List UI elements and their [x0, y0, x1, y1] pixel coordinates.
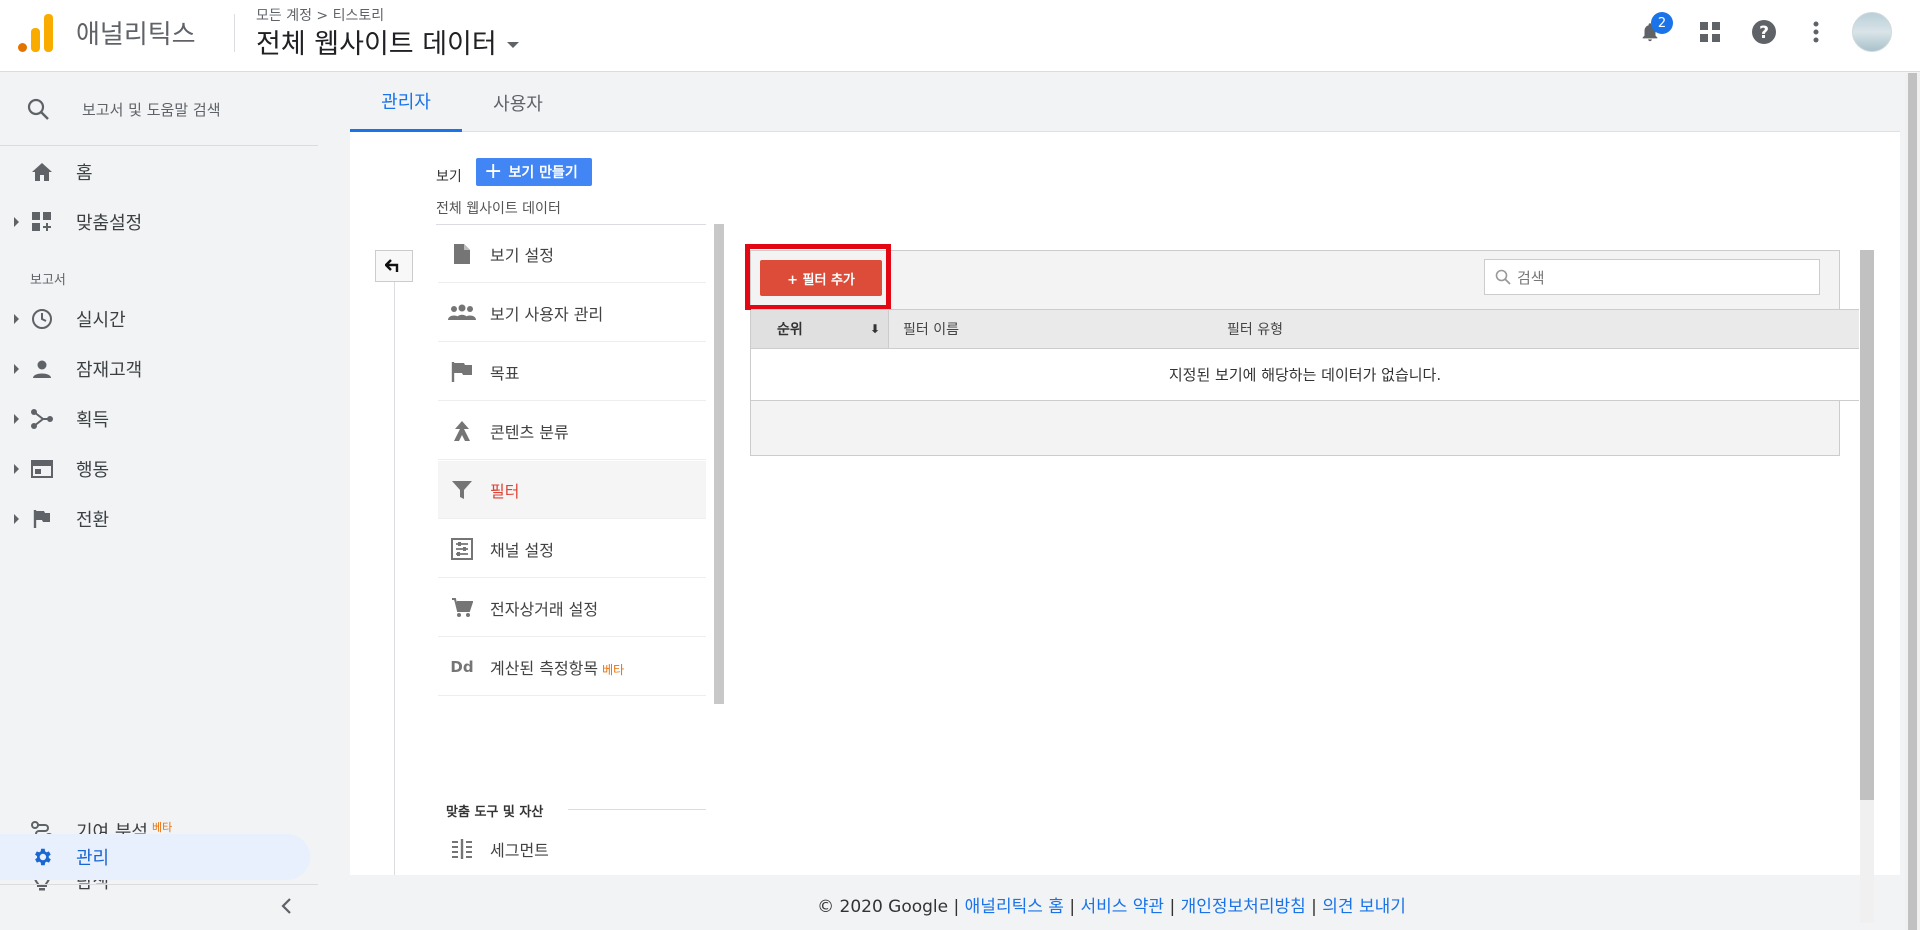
- sidebar-item-customization[interactable]: 맞춤설정: [0, 199, 310, 245]
- sidebar-item-acquisition[interactable]: 획득: [0, 396, 310, 442]
- menu-filters[interactable]: 필터: [438, 461, 706, 519]
- create-view-button[interactable]: + 보기 만들기: [476, 158, 592, 186]
- header-divider: [234, 14, 235, 52]
- expand-arrow-icon: [14, 464, 19, 474]
- top-header: 애널리틱스 모든 계정 > 티스토리 전체 웹사이트 데이터 2 ?: [0, 0, 1920, 72]
- column-rank[interactable]: 순위 ⬇: [751, 310, 889, 348]
- menu-calculated-metrics[interactable]: Dd 계산된 측정항목 베타: [438, 638, 706, 696]
- expand-arrow-icon: [14, 217, 19, 227]
- column-filter-type[interactable]: 필터 유형: [1227, 310, 1283, 348]
- collapse-sidebar-button[interactable]: [280, 896, 292, 921]
- search-icon: [27, 98, 49, 120]
- column-filter-name[interactable]: 필터 이름: [903, 310, 959, 348]
- sort-arrow-icon: ⬇: [869, 322, 880, 336]
- help-icon: ?: [1752, 20, 1776, 44]
- sidebar-item-realtime[interactable]: 실시간: [0, 296, 310, 342]
- view-column-scrollbar[interactable]: [714, 224, 724, 704]
- menu-ecommerce-settings[interactable]: 전자상거래 설정: [438, 579, 706, 637]
- flag-icon: [448, 358, 476, 386]
- menu-view-user-management[interactable]: 보기 사용자 관리: [438, 284, 706, 342]
- search-icon: [1495, 269, 1511, 285]
- page-scroll-thumb[interactable]: [1908, 73, 1917, 930]
- tab-admin[interactable]: 관리자: [350, 73, 462, 132]
- filter-icon: [448, 476, 476, 504]
- panel-scroll-thumb[interactable]: [1860, 250, 1874, 800]
- apps-grid-icon: [1700, 22, 1720, 42]
- tab-user[interactable]: 사용자: [462, 73, 574, 132]
- footer: © 2020 Google | 애널리틱스 홈 | 서비스 약관 | 개인정보처…: [817, 897, 1406, 917]
- reports-section-label: 보고서: [30, 273, 66, 288]
- menu-channel-settings[interactable]: 채널 설정: [438, 520, 706, 578]
- column-guide-line: [394, 282, 395, 875]
- plus-icon: +: [484, 159, 503, 184]
- back-arrow-icon: [385, 259, 399, 272]
- people-icon: [448, 299, 476, 327]
- gear-icon: [30, 845, 54, 869]
- sidebar-item-home[interactable]: 홈: [0, 149, 310, 195]
- chevron-left-icon: [281, 898, 291, 914]
- expand-arrow-icon: [14, 364, 19, 374]
- expand-arrow-icon: [14, 514, 19, 524]
- view-selector[interactable]: 전체 웹사이트 데이터: [256, 22, 519, 61]
- filter-search-input[interactable]: 검색: [1484, 259, 1820, 295]
- notification-badge: 2: [1651, 12, 1673, 34]
- clock-icon: [30, 307, 54, 331]
- view-title: 전체 웹사이트 데이터: [256, 29, 497, 60]
- filter-table-header: 순위 ⬇ 필터 이름 필터 유형: [751, 309, 1859, 349]
- menu-content-grouping[interactable]: 콘텐츠 분류: [438, 402, 706, 460]
- segment-icon: [448, 835, 476, 863]
- sidebar-item-admin[interactable]: 관리: [0, 834, 310, 880]
- analytics-logo[interactable]: [18, 12, 54, 52]
- sidebar-item-audience[interactable]: 잠재고객: [0, 346, 310, 392]
- acquisition-icon: [30, 407, 54, 431]
- sidebar-item-behavior[interactable]: 행동: [0, 446, 310, 492]
- home-icon: [30, 160, 54, 184]
- content-grouping-icon: [448, 417, 476, 445]
- view-name: 전체 웹사이트 데이터: [436, 201, 561, 217]
- footer-link-terms[interactable]: 서비스 약관: [1080, 897, 1164, 917]
- tools-section-label: 맞춤 도구 및 자산: [446, 805, 544, 820]
- document-icon: [448, 240, 476, 268]
- left-sidebar: 보고서 및 도움말 검색 홈 맞춤설정 보고서 실시간 잠재고객 획득 행동 전…: [0, 73, 318, 930]
- expand-arrow-icon: [14, 414, 19, 424]
- dashboard-add-icon: [30, 210, 54, 234]
- main-content: 관리자 사용자 보기 + 보기 만들기 전체 웹사이트 데이터 보기 설정 보기…: [350, 73, 1900, 923]
- footer-link-analytics-home[interactable]: 애널리틱스 홈: [965, 897, 1064, 917]
- menu-view-settings[interactable]: 보기 설정: [438, 225, 706, 283]
- sidebar-item-conversions[interactable]: 전환: [0, 496, 310, 542]
- divider: [568, 809, 706, 810]
- expand-arrow-icon: [14, 314, 19, 324]
- help-button[interactable]: ?: [1748, 16, 1780, 48]
- search-placeholder: 보고서 및 도움말 검색: [82, 101, 221, 119]
- highlight-box: [745, 244, 891, 310]
- menu-segments[interactable]: 세그먼트: [438, 822, 706, 875]
- flag-icon: [30, 507, 54, 531]
- view-column: 보기 + 보기 만들기 전체 웹사이트 데이터 보기 설정 보기 사용자 관리 …: [350, 132, 706, 875]
- channel-settings-icon: [448, 535, 476, 563]
- sidebar-divider: [0, 884, 318, 885]
- cart-icon: [448, 594, 476, 622]
- more-options-button[interactable]: [1800, 16, 1832, 48]
- empty-table-message: 지정된 보기에 해당하는 데이터가 없습니다.: [751, 349, 1859, 401]
- more-vert-icon: [1813, 21, 1819, 43]
- admin-tabs: 관리자 사용자: [350, 73, 1900, 132]
- chevron-down-icon: [506, 41, 519, 48]
- apps-button[interactable]: [1694, 16, 1726, 48]
- behavior-icon: [30, 457, 54, 481]
- person-icon: [30, 357, 54, 381]
- footer-link-feedback[interactable]: 의견 보내기: [1322, 897, 1406, 917]
- app-name[interactable]: 애널리틱스: [76, 14, 196, 51]
- beta-badge: 베타: [602, 662, 625, 677]
- account-avatar[interactable]: [1852, 12, 1892, 52]
- svg-text:?: ?: [1759, 23, 1769, 43]
- view-label: 보기: [436, 169, 462, 185]
- copyright: © 2020 Google: [817, 897, 949, 917]
- beta-badge: 베타: [151, 821, 173, 834]
- report-search[interactable]: 보고서 및 도움말 검색: [0, 73, 318, 146]
- search-placeholder: 검색: [1517, 268, 1545, 287]
- dd-icon: Dd: [450, 657, 474, 676]
- back-button[interactable]: [375, 250, 413, 282]
- menu-goals[interactable]: 목표: [438, 343, 706, 401]
- footer-link-privacy[interactable]: 개인정보처리방침: [1181, 897, 1306, 917]
